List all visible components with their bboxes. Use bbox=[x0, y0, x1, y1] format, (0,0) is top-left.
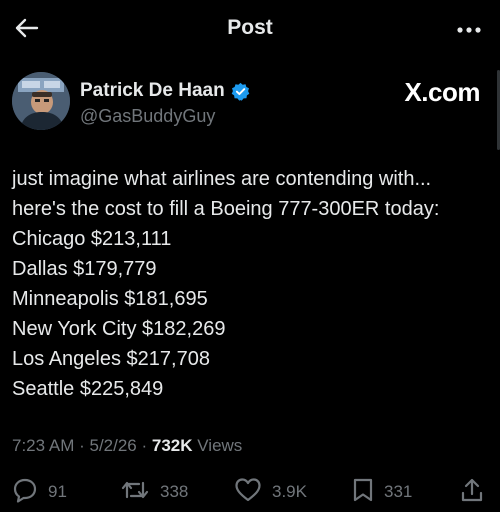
reply-icon bbox=[12, 477, 38, 508]
verified-badge-icon bbox=[231, 82, 250, 101]
like-count: 3.9K bbox=[272, 482, 307, 501]
tweet-line: Los Angeles $217,708 bbox=[12, 348, 210, 370]
more-horizontal-icon bbox=[456, 21, 482, 39]
author-display-name[interactable]: Patrick De Haan bbox=[80, 80, 225, 102]
repost-icon bbox=[120, 477, 150, 508]
tweet-line: Chicago $213,111 bbox=[12, 228, 172, 250]
share-button[interactable] bbox=[460, 478, 484, 506]
author-handle[interactable]: @GasBuddyGuy bbox=[80, 106, 250, 127]
tweet-line: Minneapolis $181,695 bbox=[12, 288, 208, 310]
tweet-text: just imagine what airlines are contendin… bbox=[12, 164, 492, 404]
post-time[interactable]: 7:23 AM bbox=[12, 436, 74, 455]
avatar[interactable] bbox=[12, 72, 70, 130]
action-bar: 91 338 3.9K 331 bbox=[0, 474, 500, 510]
bookmark-count: 331 bbox=[384, 482, 413, 501]
reply-count: 91 bbox=[48, 482, 67, 501]
meta-separator: · bbox=[79, 436, 90, 455]
repost-count: 338 bbox=[160, 482, 189, 501]
author-name-row: Patrick De Haan bbox=[80, 79, 250, 103]
share-icon bbox=[460, 477, 484, 508]
post-header: Post bbox=[0, 0, 500, 58]
tweet-line: here's the cost to fill a Boeing 777-300… bbox=[12, 198, 440, 220]
repost-button[interactable]: 338 bbox=[120, 478, 188, 506]
tweet-line: New York City $182,269 bbox=[12, 318, 226, 340]
tweet-line: Dallas $179,779 bbox=[12, 258, 157, 280]
tweet-line: Seattle $225,849 bbox=[12, 378, 164, 400]
tweet-line: just imagine what airlines are contendin… bbox=[12, 168, 432, 190]
views-count: 732K bbox=[151, 436, 193, 455]
views-label: Views bbox=[197, 436, 243, 455]
author-info[interactable]: Patrick De Haan @GasBuddyGuy bbox=[80, 79, 250, 127]
reply-button[interactable]: 91 bbox=[12, 478, 67, 506]
source-tag: X.com bbox=[404, 77, 480, 107]
post-date[interactable]: 5/2/26 bbox=[90, 436, 137, 455]
post-meta: 7:23 AM · 5/2/26 · 732K Views bbox=[12, 436, 242, 456]
bookmark-button[interactable]: 331 bbox=[352, 478, 412, 506]
like-button[interactable]: 3.9K bbox=[234, 477, 307, 508]
bookmark-icon bbox=[352, 477, 374, 508]
heart-icon bbox=[234, 477, 262, 508]
meta-separator: · bbox=[141, 436, 152, 455]
page-title: Post bbox=[227, 16, 273, 39]
more-options-button[interactable] bbox=[452, 14, 486, 46]
